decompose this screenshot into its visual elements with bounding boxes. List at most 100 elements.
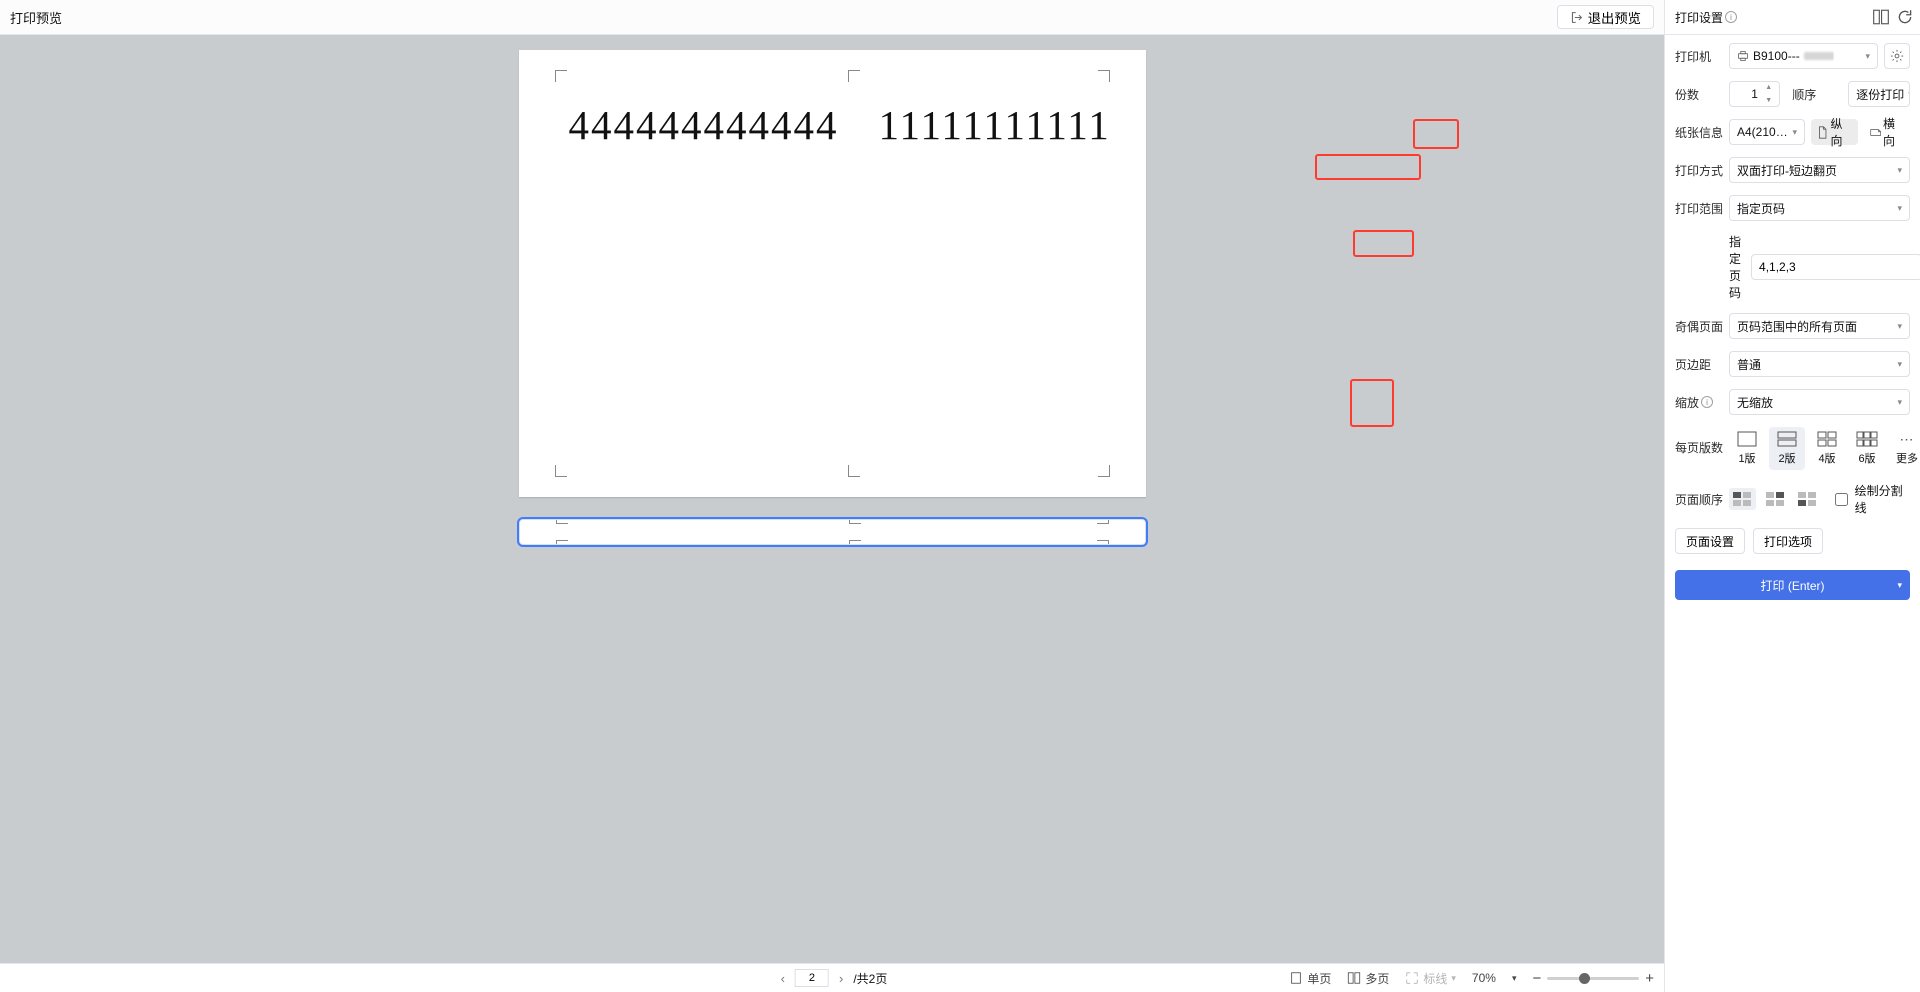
nup-4-button[interactable]: 4版 <box>1809 427 1845 470</box>
print-settings-sidebar: 打印设置 i 打印机 B9100--- <box>1664 0 1920 992</box>
collate-select[interactable]: 逐份打印▾ <box>1848 81 1910 107</box>
printer-value: B9100--- <box>1753 49 1800 63</box>
orientation-landscape-button[interactable]: 横向 <box>1864 119 1910 145</box>
nup-6-icon <box>1856 431 1878 447</box>
zoom-in-button[interactable]: + <box>1645 971 1654 986</box>
multi-page-icon <box>1347 971 1361 985</box>
draw-divider-label: 绘制分割线 <box>1855 482 1910 516</box>
copies-row: 份数 1 ▲▼ 顺序 逐份打印▾ <box>1675 81 1910 107</box>
info-icon[interactable]: i <box>1725 11 1737 23</box>
exit-icon <box>1570 11 1583 24</box>
page-order-opt1[interactable] <box>1729 488 1756 510</box>
chevron-down-icon: ▾ <box>1897 580 1902 591</box>
specified-pages-row: 指定页码 i <box>1675 233 1910 301</box>
nup-1-button[interactable]: 1版 <box>1729 427 1765 470</box>
orientation-portrait-button[interactable]: 纵向 <box>1811 119 1857 145</box>
landscape-icon <box>1870 126 1881 139</box>
print-range-label: 打印范围 <box>1675 200 1723 217</box>
view-multi-button[interactable]: 多页 <box>1347 970 1389 987</box>
single-page-icon <box>1289 971 1303 985</box>
printer-icon <box>1737 50 1749 62</box>
sidebar-header: 打印设置 i <box>1665 0 1920 35</box>
nup-4-icon <box>1816 431 1838 447</box>
collate-value: 逐份打印 <box>1856 86 1904 103</box>
draw-divider-checkbox[interactable]: 绘制分割线 <box>1831 482 1910 516</box>
nup-6-button[interactable]: 6版 <box>1849 427 1885 470</box>
exit-preview-label: 退出预览 <box>1588 8 1641 27</box>
more-icon: ⋯ <box>1896 431 1918 447</box>
print-options-button[interactable]: 打印选项 <box>1753 528 1823 554</box>
footer-right-tools: 单页 多页 标线 ▾ 70% ▾ − + <box>1289 970 1654 987</box>
orientation-portrait-label: 纵向 <box>1830 115 1851 149</box>
paper-size-value: A4(210mm ... <box>1737 125 1789 139</box>
exit-preview-button[interactable]: 退出预览 <box>1557 5 1654 29</box>
printer-settings-button[interactable] <box>1884 43 1910 69</box>
zoom-percent-label: 70% <box>1472 971 1496 985</box>
scale-value: 无缩放 <box>1737 394 1773 411</box>
zoom-slider[interactable]: − + <box>1532 971 1654 986</box>
page-order-opt3[interactable] <box>1794 488 1821 510</box>
print-button[interactable]: 打印 (Enter) ▾ <box>1675 570 1910 600</box>
draw-divider-input[interactable] <box>1835 493 1848 506</box>
page-number-input[interactable] <box>795 969 829 987</box>
collate-label: 顺序 <box>1792 86 1840 103</box>
page-setup-button[interactable]: 页面设置 <box>1675 528 1745 554</box>
next-page-button[interactable]: › <box>835 971 847 986</box>
page-navigation: ‹ › /共2页 <box>777 969 888 987</box>
margins-select[interactable]: 普通▾ <box>1729 351 1910 377</box>
print-range-row: 打印范围 指定页码▾ <box>1675 195 1910 221</box>
prev-page-button[interactable]: ‹ <box>777 971 789 986</box>
margins-label: 页边距 <box>1675 356 1723 373</box>
parity-row: 奇偶页面 页码范围中的所有页面▾ <box>1675 313 1910 339</box>
view-multi-label: 多页 <box>1365 970 1389 987</box>
sidebar-title: 打印设置 <box>1675 9 1723 26</box>
preview-sheet-2[interactable]: 222222222222 333333333333 <box>519 519 1146 545</box>
zoom-dropdown[interactable]: ▾ <box>1512 973 1517 984</box>
nup-2-icon <box>1776 431 1798 447</box>
reset-icon[interactable] <box>1896 8 1914 26</box>
nup-2-button[interactable]: 2版 <box>1769 427 1805 470</box>
duplex-select[interactable]: 双面打印-短边翻页▾ <box>1729 157 1910 183</box>
page-order-row: 页面顺序 绘制分割线 <box>1675 482 1910 516</box>
preview-sheet-1[interactable]: 444444444444 11111111111 <box>519 50 1146 497</box>
page-order-label: 页面顺序 <box>1675 491 1723 508</box>
parity-label: 奇偶页面 <box>1675 318 1723 335</box>
duplex-row: 打印方式 双面打印-短边翻页▾ <box>1675 157 1910 183</box>
copies-label: 份数 <box>1675 86 1723 103</box>
sheet1-col2: 11111111111 <box>879 98 1111 153</box>
specified-pages-input[interactable] <box>1751 254 1920 280</box>
portrait-icon <box>1817 126 1828 139</box>
parity-select[interactable]: 页码范围中的所有页面▾ <box>1729 313 1910 339</box>
app-root: 打印预览 退出预览 444444444444 11111111111 22222… <box>0 0 1920 992</box>
preview-canvas[interactable]: 444444444444 11111111111 222222222222 33… <box>0 35 1664 963</box>
printer-select[interactable]: B9100--- ▾ <box>1729 43 1878 69</box>
page-title: 打印预览 <box>10 8 62 27</box>
zoom-out-button[interactable]: − <box>1532 971 1541 986</box>
print-range-value: 指定页码 <box>1737 200 1785 217</box>
page-order-opt2[interactable] <box>1762 488 1789 510</box>
printer-label: 打印机 <box>1675 48 1723 65</box>
panel-layout-icon[interactable] <box>1872 8 1890 26</box>
view-single-label: 单页 <box>1307 970 1331 987</box>
copies-value: 1 <box>1751 87 1758 101</box>
gear-icon <box>1890 49 1904 63</box>
sheet1-col1: 444444444444 <box>569 98 839 153</box>
scale-row: 缩放 i 无缩放▾ <box>1675 389 1910 415</box>
print-range-select[interactable]: 指定页码▾ <box>1729 195 1910 221</box>
paper-size-select[interactable]: A4(210mm ...▾ <box>1729 119 1805 145</box>
marks-toggle[interactable]: 标线 ▾ <box>1405 970 1456 987</box>
total-pages-label: /共2页 <box>853 970 887 987</box>
order-icon-2 <box>1765 491 1785 507</box>
info-icon[interactable]: i <box>1701 396 1713 408</box>
scale-select[interactable]: 无缩放▾ <box>1729 389 1910 415</box>
duplex-label: 打印方式 <box>1675 162 1723 179</box>
copies-stepper[interactable]: 1 ▲▼ <box>1729 81 1780 107</box>
orientation-landscape-label: 横向 <box>1883 115 1904 149</box>
nup-more-button[interactable]: ⋯ 更多 <box>1889 427 1920 470</box>
paper-row: 纸张信息 A4(210mm ...▾ 纵向 横向 <box>1675 119 1910 145</box>
margins-value: 普通 <box>1737 356 1761 373</box>
nup-label: 每页版数 <box>1675 427 1723 456</box>
parity-value: 页码范围中的所有页面 <box>1737 318 1857 335</box>
footer: ‹ › /共2页 单页 多页 标线 ▾ 70% ▾ − <box>0 963 1664 992</box>
view-single-button[interactable]: 单页 <box>1289 970 1331 987</box>
